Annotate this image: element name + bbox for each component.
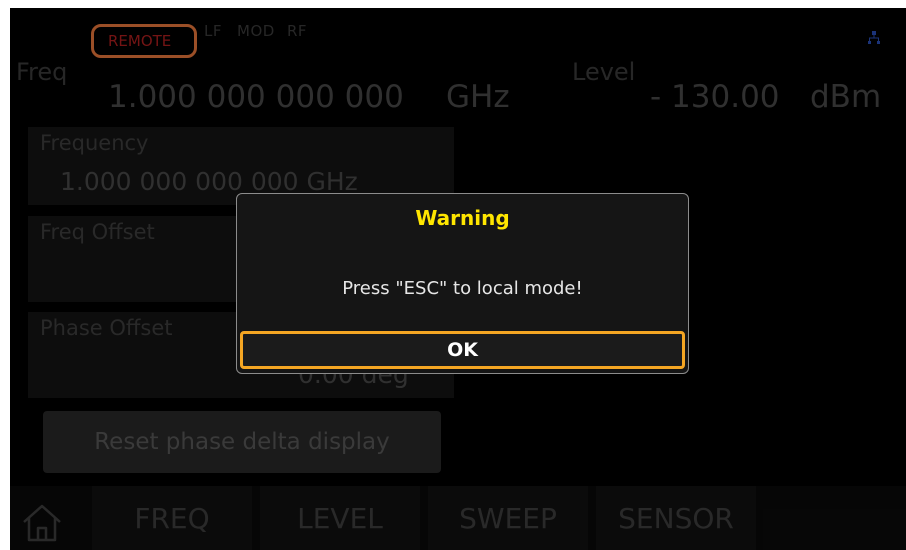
ok-button[interactable]: OK [240,331,685,369]
instrument-screen: REMOTE LF MOD RF Freq 1.000 000 000 000 … [10,8,906,550]
dialog-message: Press "ESC" to local mode! [342,278,583,299]
dialog-title: Warning [415,206,510,230]
warning-dialog: Warning Press "ESC" to local mode! OK [236,193,689,374]
